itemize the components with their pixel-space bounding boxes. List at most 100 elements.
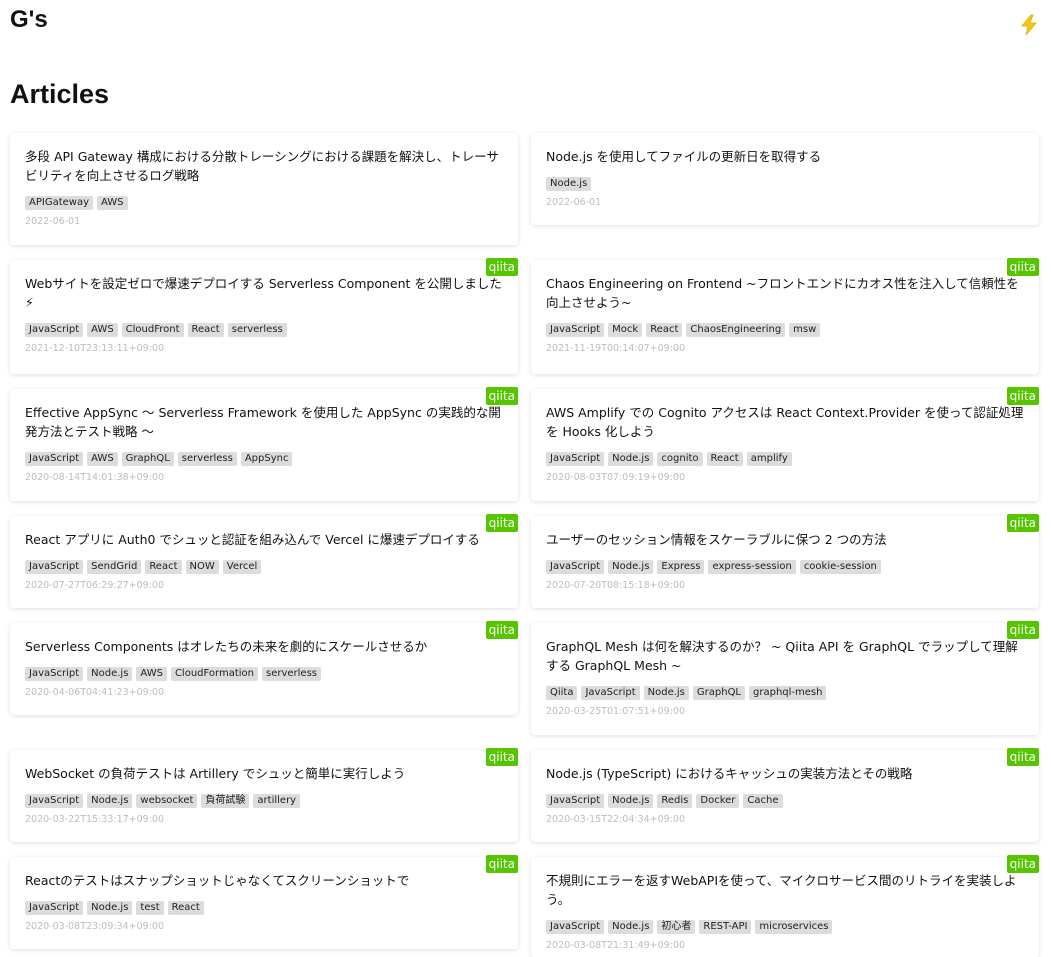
- article-card[interactable]: 多段 API Gateway 構成における分散トレーシングにおける課題を解決し、…: [10, 133, 518, 245]
- tag[interactable]: 負荷試験: [201, 794, 250, 808]
- tag[interactable]: REST-API: [699, 920, 752, 934]
- tag[interactable]: JavaScript: [546, 920, 605, 934]
- tag[interactable]: Express: [657, 560, 705, 574]
- tag[interactable]: Qiita: [546, 686, 578, 700]
- tag[interactable]: Cache: [743, 794, 783, 808]
- tag[interactable]: JavaScript: [25, 794, 84, 808]
- tag[interactable]: websocket: [136, 794, 198, 808]
- lightning-bolt-icon[interactable]: [1019, 14, 1039, 36]
- tag-list: JavaScript Node.js Express express-session c…: [546, 560, 881, 574]
- tag[interactable]: AWS: [97, 196, 128, 210]
- tag[interactable]: React: [646, 323, 683, 337]
- article-title[interactable]: 不規則にエラーを返すWebAPIを使って、マイクロサービス間のリトライを実装しよ…: [546, 871, 1024, 909]
- tag[interactable]: Node.js: [87, 901, 133, 915]
- article-title[interactable]: Webサイトを設定ゼロで爆速デプロイする Serverless Componen…: [25, 274, 503, 312]
- article-card[interactable]: Effective AppSync 〜 Serverless Framework…: [10, 387, 518, 501]
- tag[interactable]: microservices: [755, 920, 833, 934]
- article-title[interactable]: 多段 API Gateway 構成における分散トレーシングにおける課題を解決し、…: [25, 147, 503, 185]
- article-card[interactable]: React アプリに Auth0 でシュッと認証を組み込んで Vercel に爆…: [10, 514, 518, 608]
- tag[interactable]: SendGrid: [87, 560, 142, 574]
- article-card[interactable]: 不規則にエラーを返すWebAPIを使って、マイクロサービス間のリトライを実装しよ…: [531, 855, 1039, 957]
- article-title[interactable]: Node.js (TypeScript) におけるキャッシュの実装方法とその戦略: [546, 764, 1024, 783]
- article-card[interactable]: GraphQL Mesh は何を解決するのか？ ~ Qiita API を Gr…: [531, 621, 1039, 735]
- tag[interactable]: Node.js: [546, 177, 592, 191]
- tag[interactable]: amplify: [746, 452, 792, 466]
- tag[interactable]: express-session: [708, 560, 796, 574]
- tag[interactable]: test: [136, 901, 164, 915]
- tag[interactable]: JavaScript: [25, 560, 84, 574]
- article-date: 2022-06-01: [546, 197, 602, 208]
- article-title[interactable]: Serverless Components はオレたちの未来を劇的にスケールさせ…: [25, 637, 503, 656]
- tag[interactable]: GraphQL: [121, 452, 174, 466]
- tag[interactable]: Node.js: [608, 794, 654, 808]
- article-title[interactable]: Reactのテストはスナップショットじゃなくてスクリーンショットで: [25, 871, 503, 890]
- tag[interactable]: JavaScript: [25, 901, 84, 915]
- tag[interactable]: JavaScript: [546, 452, 605, 466]
- qiita-badge: qiita: [485, 514, 518, 532]
- article-title[interactable]: AWS Amplify での Cognito アクセスは React Conte…: [546, 403, 1024, 441]
- tag[interactable]: JavaScript: [546, 560, 605, 574]
- article-title[interactable]: Node.js を使用してファイルの更新日を取得する: [546, 147, 1024, 166]
- tag[interactable]: Node.js: [87, 667, 133, 681]
- tag-list: Qiita JavaScript Node.js GraphQL graphql-mes…: [546, 686, 827, 700]
- article-date: 2020-03-15T22:04:34+09:00: [546, 814, 686, 825]
- tag[interactable]: JavaScript: [25, 667, 84, 681]
- tag[interactable]: React: [167, 901, 204, 915]
- tag[interactable]: React: [145, 560, 182, 574]
- tag[interactable]: JavaScript: [25, 452, 84, 466]
- article-card[interactable]: Node.js (TypeScript) におけるキャッシュの実装方法とその戦略…: [531, 748, 1039, 842]
- tag[interactable]: artillery: [253, 794, 301, 808]
- tag[interactable]: NOW: [185, 560, 219, 574]
- article-title[interactable]: WebSocket の負荷テストは Artillery でシュッと簡単に実行しよ…: [25, 764, 503, 783]
- article-title[interactable]: Effective AppSync 〜 Serverless Framework…: [25, 403, 503, 441]
- tag[interactable]: React: [187, 323, 224, 337]
- article-card[interactable]: Reactのテストはスナップショットじゃなくてスクリーンショットで JavaScr…: [10, 855, 518, 949]
- article-date: 2020-03-08T23:09:34+09:00: [25, 921, 165, 932]
- tag[interactable]: CloudFormation: [170, 667, 258, 681]
- tag[interactable]: AWS: [136, 667, 167, 681]
- tag[interactable]: Redis: [657, 794, 693, 808]
- tag[interactable]: JavaScript: [25, 323, 84, 337]
- article-date: 2020-03-22T15:33:17+09:00: [25, 814, 165, 825]
- article-title[interactable]: GraphQL Mesh は何を解決するのか？ ~ Qiita API を Gr…: [546, 637, 1024, 675]
- article-card[interactable]: Chaos Engineering on Frontend ~フロントエンドにカ…: [531, 258, 1039, 374]
- article-card[interactable]: Serverless Components はオレたちの未来を劇的にスケールさせ…: [10, 621, 518, 715]
- tag[interactable]: AppSync: [240, 452, 293, 466]
- site-title[interactable]: G's: [10, 6, 48, 34]
- tag[interactable]: Mock: [608, 323, 643, 337]
- tag[interactable]: AWS: [87, 452, 118, 466]
- tag[interactable]: serverless: [177, 452, 237, 466]
- tag[interactable]: ChaosEngineering: [686, 323, 786, 337]
- article-title[interactable]: Chaos Engineering on Frontend ~フロントエンドにカ…: [546, 274, 1024, 312]
- article-title[interactable]: ユーザーのセッション情報をスケーラブルに保つ 2 つの方法: [546, 530, 1024, 549]
- tag[interactable]: cognito: [657, 452, 703, 466]
- article-title[interactable]: React アプリに Auth0 でシュッと認証を組み込んで Vercel に爆…: [25, 530, 503, 549]
- tag[interactable]: Node.js: [87, 794, 133, 808]
- tag[interactable]: cookie-session: [799, 560, 881, 574]
- article-date: 2021-12-10T23:13:11+09:00: [25, 343, 165, 354]
- tag[interactable]: Node.js: [608, 920, 654, 934]
- tag[interactable]: JavaScript: [546, 323, 605, 337]
- article-card[interactable]: ユーザーのセッション情報をスケーラブルに保つ 2 つの方法 JavaScript N…: [531, 514, 1039, 608]
- tag[interactable]: Node.js: [608, 560, 654, 574]
- tag[interactable]: JavaScript: [546, 794, 605, 808]
- tag[interactable]: Node.js: [608, 452, 654, 466]
- tag[interactable]: Docker: [696, 794, 740, 808]
- tag[interactable]: serverless: [261, 667, 321, 681]
- tag[interactable]: Node.js: [643, 686, 689, 700]
- tag[interactable]: AWS: [87, 323, 118, 337]
- tag[interactable]: JavaScript: [581, 686, 640, 700]
- tag[interactable]: Vercel: [222, 560, 262, 574]
- tag[interactable]: APIGateway: [25, 196, 93, 210]
- article-card[interactable]: Node.js を使用してファイルの更新日を取得する Node.js 2022-06…: [531, 133, 1039, 225]
- article-card[interactable]: WebSocket の負荷テストは Artillery でシュッと簡単に実行しよ…: [10, 748, 518, 842]
- article-card[interactable]: Webサイトを設定ゼロで爆速デプロイする Serverless Componen…: [10, 258, 518, 374]
- tag[interactable]: msw: [789, 323, 821, 337]
- tag[interactable]: graphql-mesh: [749, 686, 827, 700]
- tag[interactable]: serverless: [227, 323, 287, 337]
- tag[interactable]: GraphQL: [692, 686, 746, 700]
- tag[interactable]: CloudFront: [121, 323, 184, 337]
- tag[interactable]: React: [706, 452, 743, 466]
- tag[interactable]: 初心者: [657, 920, 696, 934]
- article-card[interactable]: AWS Amplify での Cognito アクセスは React Conte…: [531, 387, 1039, 501]
